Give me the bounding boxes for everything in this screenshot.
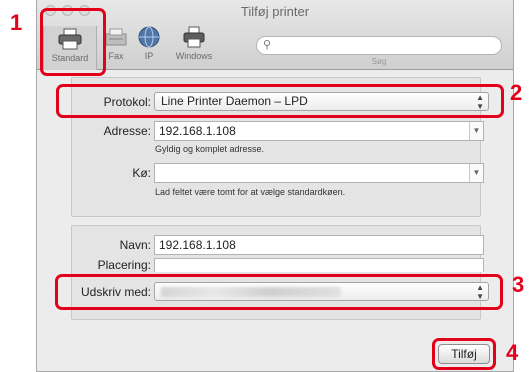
name-label: Navn: bbox=[119, 238, 151, 252]
search-label: Søg bbox=[371, 57, 387, 66]
toolbar-ip-button[interactable]: IP bbox=[132, 26, 166, 61]
toolbar-windows-label: Windows bbox=[175, 51, 213, 61]
highlight-protocol bbox=[56, 84, 504, 118]
location-row: Placering: bbox=[57, 258, 484, 272]
fax-icon bbox=[105, 28, 127, 46]
toolbar-ip-label: IP bbox=[144, 51, 154, 61]
callout-4: 4 bbox=[506, 340, 519, 365]
callout-2: 2 bbox=[510, 80, 523, 105]
address-value: 192.168.1.108 bbox=[159, 124, 236, 138]
windows-printer-icon bbox=[183, 26, 205, 48]
name-value: 192.168.1.108 bbox=[159, 238, 236, 252]
queue-hint: Lad feltet være tomt for at vælge standa… bbox=[155, 187, 346, 197]
callout-1: 1 bbox=[10, 10, 23, 35]
search-field[interactable]: ⚲ bbox=[256, 36, 502, 55]
address-row: Adresse: 192.168.1.108 ▼ bbox=[57, 121, 484, 141]
add-printer-window: Tilføj printer Standard Fax IP Windows ⚲… bbox=[36, 0, 514, 372]
toolbar-fax-button[interactable]: Fax bbox=[103, 26, 129, 61]
queue-row: Kø: ▼ bbox=[57, 163, 484, 183]
highlight-add-button bbox=[432, 338, 496, 370]
location-label: Placering: bbox=[97, 258, 151, 272]
highlight-print-with bbox=[55, 274, 503, 310]
globe-icon bbox=[138, 26, 160, 48]
name-input[interactable]: 192.168.1.108 bbox=[154, 235, 484, 255]
address-hint: Gyldig og komplet adresse. bbox=[155, 144, 265, 154]
queue-input[interactable]: ▼ bbox=[154, 163, 484, 183]
search-icon: ⚲ bbox=[263, 39, 272, 51]
address-input[interactable]: 192.168.1.108 ▼ bbox=[154, 121, 484, 141]
window-title: Tilføj printer bbox=[240, 4, 310, 19]
location-input[interactable] bbox=[154, 258, 484, 272]
callout-3: 3 bbox=[512, 272, 525, 297]
titlebar: Tilføj printer Standard Fax IP Windows ⚲… bbox=[37, 0, 513, 70]
address-dropdown-icon[interactable]: ▼ bbox=[469, 122, 483, 140]
queue-dropdown-icon[interactable]: ▼ bbox=[469, 164, 483, 182]
address-label: Adresse: bbox=[103, 124, 151, 138]
name-row: Navn: 192.168.1.108 bbox=[57, 235, 484, 255]
highlight-standard bbox=[40, 8, 106, 76]
toolbar-fax-label: Fax bbox=[108, 51, 124, 61]
toolbar-windows-button[interactable]: Windows bbox=[171, 26, 217, 61]
queue-label: Kø: bbox=[132, 166, 151, 180]
